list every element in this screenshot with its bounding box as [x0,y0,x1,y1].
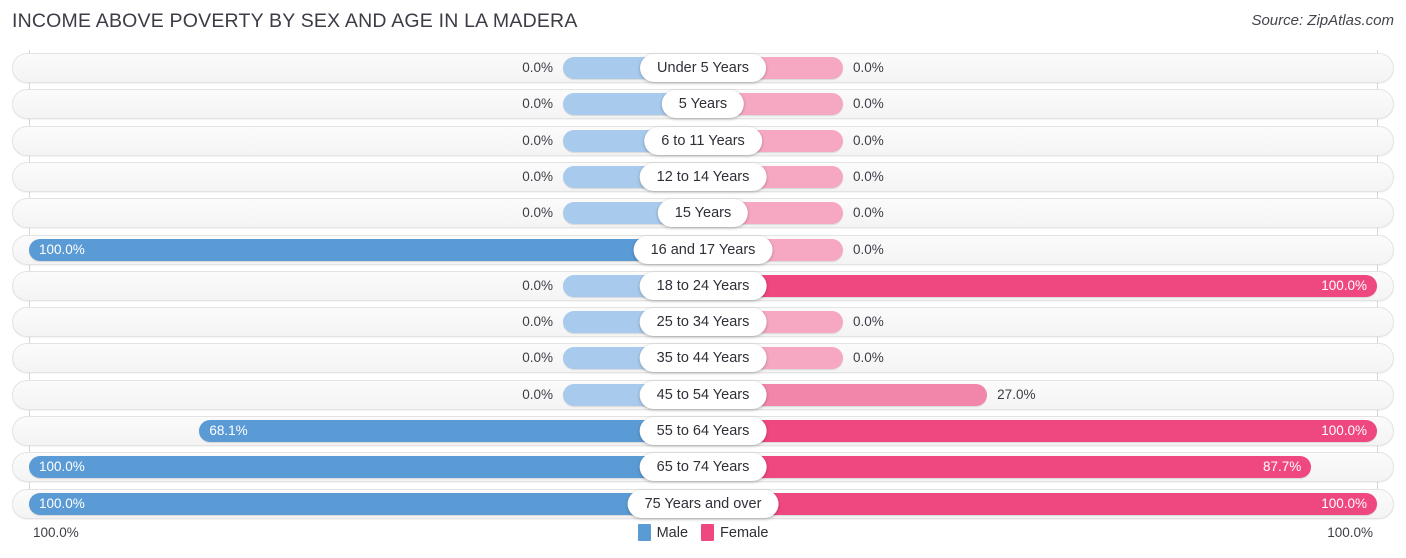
chart-plot-area: 0.0% 0.0% Under 5 Years 0.0% 0.0% 5 Years 0.0%… [0,44,1406,519]
table-row[interactable]: 100.0% 87.7% 65 to 74 Years [12,452,1394,483]
bar-value-female: 27.0% [997,386,1036,402]
legend-label-female: Female [720,524,769,541]
table-row[interactable]: 0.0% 27.0% 45 to 54 Years [12,379,1394,410]
bar-female[interactable]: 100.0% [703,274,1377,297]
bar-value-male: 0.0% [522,168,553,184]
table-row[interactable]: 100.0% 0.0% 16 and 17 Years [12,234,1394,265]
bar-value-male: 100.0% [39,241,85,257]
category-label: Under 5 Years [640,54,766,82]
legend-label-male: Male [656,524,689,541]
category-label: 25 to 34 Years [639,308,767,337]
category-label: 75 Years and over [627,489,779,518]
bar-value-male: 0.0% [522,132,553,148]
table-row[interactable]: 0.0% 0.0% Under 5 Years [12,53,1394,83]
chart-legend: Male Female [0,524,1406,541]
category-label: 65 to 74 Years [639,453,767,482]
category-label: 15 Years [657,199,749,228]
bar-value-female: 87.7% [1263,459,1302,475]
category-label: 55 to 64 Years [639,417,767,445]
table-row[interactable]: 0.0% 0.0% 5 Years [12,89,1394,120]
category-label: 35 to 44 Years [639,344,767,373]
bar-value-female: 100.0% [1321,423,1367,438]
bar-value-male: 0.0% [522,96,553,112]
table-row[interactable]: 0.0% 0.0% 6 to 11 Years [12,125,1394,156]
table-row[interactable]: 0.0% 0.0% 15 Years [12,198,1394,229]
bar-value-female: 0.0% [853,132,884,148]
table-row[interactable]: 0.0% 0.0% 12 to 14 Years [12,161,1394,192]
axis-label-right: 100.0% [1327,525,1373,540]
bar-value-female: 0.0% [853,60,884,75]
legend-item-male[interactable]: Male [637,524,689,541]
chart-footer: 100.0% Male Female 100.0% [0,516,1406,558]
page-title: INCOME ABOVE POVERTY BY SEX AND AGE IN L… [12,10,578,32]
bar-value-male: 0.0% [522,277,553,293]
bar-male[interactable]: 68.1% [199,420,703,442]
bar-value-male: 100.0% [39,495,85,511]
bar-value-female: 0.0% [853,96,884,112]
legend-swatch-male-icon [637,524,651,541]
bar-female[interactable]: 100.0% [703,420,1377,442]
bar-value-male: 0.0% [522,386,553,402]
category-label: 16 and 17 Years [633,235,773,264]
bar-male[interactable]: 100.0% [29,238,703,261]
chart-root: INCOME ABOVE POVERTY BY SEX AND AGE IN L… [0,0,1406,558]
bar-value-female: 0.0% [853,241,884,257]
bar-value-female: 0.0% [853,314,884,330]
bar-value-male: 0.0% [522,350,553,366]
table-row[interactable]: 100.0% 100.0% 75 Years and over [12,488,1394,519]
table-row[interactable]: 0.0% 0.0% 35 to 44 Years [12,343,1394,374]
bar-value-male: 100.0% [39,459,85,475]
bar-value-female: 0.0% [853,205,884,221]
bar-value-male: 0.0% [522,60,553,75]
category-label: 18 to 24 Years [639,271,767,300]
bar-female[interactable]: 100.0% [703,492,1377,515]
legend-item-female[interactable]: Female [701,524,768,541]
legend-swatch-female-icon [701,524,715,541]
bar-male[interactable]: 100.0% [29,492,703,515]
table-row[interactable]: 100.0% 0.0% 18 to 24 Years [12,270,1394,301]
category-label: 6 to 11 Years [644,126,762,155]
category-label: 5 Years [661,90,745,119]
table-row[interactable]: 68.1% 100.0% 55 to 64 Years [12,416,1394,446]
table-row[interactable]: 0.0% 0.0% 25 to 34 Years [12,307,1394,338]
bar-value-female: 100.0% [1321,495,1367,511]
bar-female[interactable]: 87.7% [703,456,1312,479]
category-label: 45 to 54 Years [639,380,767,409]
chart-header: INCOME ABOVE POVERTY BY SEX AND AGE IN L… [0,0,1406,44]
bar-value-male: 0.0% [522,205,553,221]
bar-value-female: 0.0% [853,350,884,366]
bar-value-female: 100.0% [1321,277,1367,293]
bar-value-female: 0.0% [853,168,884,184]
bar-value-male: 0.0% [522,314,553,330]
category-label: 12 to 14 Years [639,162,767,191]
source-attribution: Source: ZipAtlas.com [1251,12,1394,29]
bar-male[interactable]: 100.0% [29,456,703,479]
bar-value-male: 68.1% [209,423,248,438]
